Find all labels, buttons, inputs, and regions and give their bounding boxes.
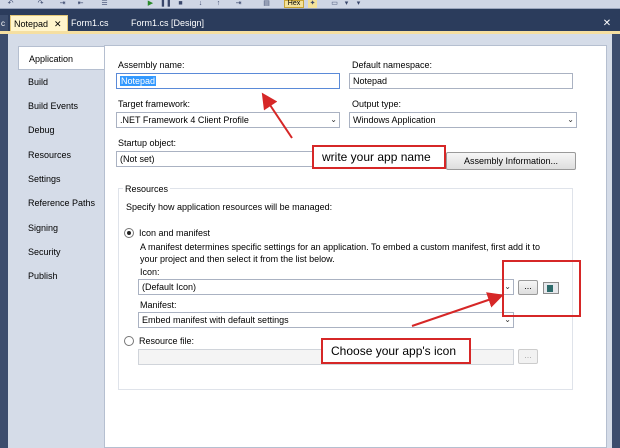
startup-object-select[interactable]: (Not set) <box>116 151 340 167</box>
right-dock-strip <box>612 34 620 448</box>
tab-label: Notepad <box>14 19 49 29</box>
output-type-value: Windows Application <box>353 115 436 125</box>
toolbar-icon[interactable]: ⇤ <box>76 0 85 8</box>
close-icon[interactable]: ✕ <box>600 15 614 32</box>
manifest-select[interactable]: Embed manifest with default settings ⌄ <box>138 312 514 328</box>
icon-value: (Default Icon) <box>142 282 197 292</box>
assembly-name-input[interactable]: Notepad <box>116 73 340 89</box>
sidebar-item-publish[interactable]: Publish <box>18 264 104 288</box>
toolbar-icon[interactable]: ■ <box>176 0 185 8</box>
icon-manifest-description: A manifest determines specific settings … <box>140 242 541 252</box>
toolbar-icon[interactable]: ❚❚ <box>160 0 172 8</box>
assembly-name-value: Notepad <box>120 76 157 86</box>
icon-highlight-box <box>502 260 581 317</box>
tab-form1-cs[interactable]: Form1.cs <box>71 15 126 32</box>
chevron-down-icon[interactable]: ▾ <box>342 0 351 8</box>
toolbar-icon[interactable]: ✦ <box>308 0 317 8</box>
assembly-name-label: Assembly name: <box>118 60 185 70</box>
toolbar-icon[interactable]: ↓ <box>196 0 205 8</box>
output-type-label: Output type: <box>352 99 402 109</box>
toolbar-icon[interactable]: ⇥ <box>234 0 243 8</box>
icon-manifest-label: Icon and manifest <box>139 228 211 238</box>
icon-callout: Choose your app's icon <box>321 338 471 364</box>
toolbar-icon[interactable]: ☰ <box>100 0 109 8</box>
sidebar-item-signing[interactable]: Signing <box>18 216 104 240</box>
start-icon[interactable]: ▶ <box>146 0 155 8</box>
default-namespace-label: Default namespace: <box>352 60 433 70</box>
chevron-down-icon: ⌄ <box>330 115 337 124</box>
sidebar-item-resources[interactable]: Resources <box>18 143 104 167</box>
target-framework-label: Target framework: <box>118 99 191 109</box>
sidebar-item-security[interactable]: Security <box>18 240 104 264</box>
toolbar-icon[interactable]: ↷ <box>36 0 45 8</box>
sidebar-item-application[interactable]: Application <box>18 46 104 70</box>
chevron-down-icon: ⌄ <box>567 115 574 124</box>
icon-manifest-radio[interactable] <box>124 228 134 238</box>
toolbar: ↶ ↷ ⇥ ⇤ ☰ ▶ ❚❚ ■ ↓ ↑ ⇥ ▤ Hex ✦ ▭ ▾ ▾ <box>0 0 620 9</box>
tab-form1-design[interactable]: Form1.cs [Design] <box>131 15 231 32</box>
tab-overflow-icon[interactable]: c <box>0 15 8 32</box>
sidebar-item-debug[interactable]: Debug <box>18 118 104 142</box>
manifest-label: Manifest: <box>140 300 177 310</box>
tab-notepad[interactable]: Notepad ✕ <box>10 15 68 32</box>
resource-file-label: Resource file: <box>139 336 195 346</box>
sidebar-item-build-events[interactable]: Build Events <box>18 94 104 118</box>
icon-select[interactable]: (Default Icon) ⌄ <box>138 279 514 295</box>
default-namespace-input[interactable]: Notepad <box>349 73 573 89</box>
target-framework-value: .NET Framework 4 Client Profile <box>120 115 249 125</box>
toolbar-icon[interactable]: ↶ <box>6 0 15 8</box>
startup-object-label: Startup object: <box>118 138 177 148</box>
assembly-information-button[interactable]: Assembly Information... <box>446 152 576 170</box>
sidebar-item-reference-paths[interactable]: Reference Paths <box>18 191 104 215</box>
resources-description: Specify how application resources will b… <box>126 202 333 212</box>
icon-manifest-description: your project and then select it from the… <box>140 254 335 264</box>
sidebar-item-build[interactable]: Build <box>18 70 104 94</box>
close-icon[interactable]: ✕ <box>54 19 62 29</box>
icon-label: Icon: <box>140 267 160 277</box>
resources-group-label: Resources <box>123 184 171 194</box>
manifest-value: Embed manifest with default settings <box>142 315 289 325</box>
toolbar-icon[interactable]: ↑ <box>214 0 223 8</box>
sidebar-item-settings[interactable]: Settings <box>18 167 104 191</box>
hex-button[interactable]: Hex <box>284 0 304 8</box>
toolbar-icon[interactable]: ▭ <box>330 0 339 8</box>
output-type-select[interactable]: Windows Application ⌄ <box>349 112 577 128</box>
toolbar-icon[interactable]: ▤ <box>262 0 271 8</box>
properties-sidebar: Application Build Build Events Debug Res… <box>18 45 104 448</box>
left-dock-strip <box>0 34 8 448</box>
app-name-callout: write your app name <box>312 145 446 169</box>
resource-file-browse-button[interactable]: ... <box>518 349 538 364</box>
toolbar-icon[interactable]: ⇥ <box>58 0 67 8</box>
startup-object-value: (Not set) <box>120 154 155 164</box>
target-framework-select[interactable]: .NET Framework 4 Client Profile ⌄ <box>116 112 340 128</box>
resource-file-radio[interactable] <box>124 336 134 346</box>
toolbar-icon[interactable]: ▾ <box>354 0 363 8</box>
